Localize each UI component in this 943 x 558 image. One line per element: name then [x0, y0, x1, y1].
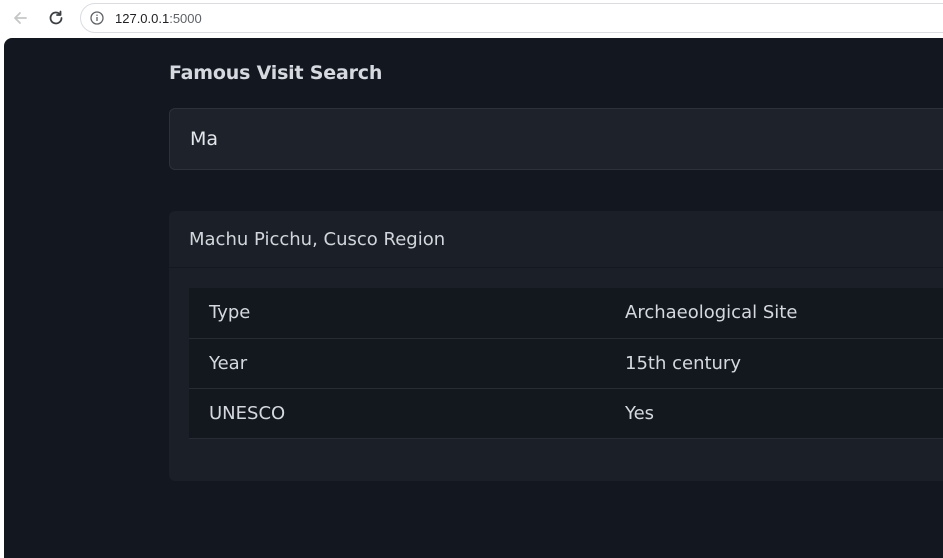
table-row: UNESCO Yes — [189, 388, 943, 439]
result-title: Machu Picchu, Cusco Region — [189, 229, 446, 250]
reload-button[interactable] — [44, 6, 68, 30]
reload-icon — [49, 10, 63, 25]
details-table: Type Archaeological Site Year 15th centu… — [189, 288, 943, 439]
row-key: Type — [189, 288, 605, 339]
result-card-header: Machu Picchu, Cusco Region — [169, 211, 943, 268]
arrow-left-icon — [14, 12, 27, 24]
row-key: Year — [189, 338, 605, 389]
row-value: Archaeological Site — [605, 288, 943, 339]
browser-toolbar: 127.0.0.1:5000 — [0, 0, 943, 37]
url-text: 127.0.0.1:5000 — [115, 11, 202, 26]
url-host: 127.0.0.1 — [115, 10, 170, 26]
row-value: Yes — [605, 388, 943, 439]
search-input[interactable] — [169, 108, 943, 170]
result-card: Machu Picchu, Cusco Region Type Archaeol… — [169, 211, 943, 481]
row-value: 15th century — [605, 338, 943, 389]
back-button[interactable] — [8, 6, 32, 30]
table-row: Year 15th century — [189, 338, 943, 389]
page-title: Famous Visit Search — [169, 62, 383, 84]
address-bar[interactable]: 127.0.0.1:5000 — [80, 3, 943, 33]
info-icon[interactable] — [89, 10, 105, 26]
page-viewport: Famous Visit Search Machu Picchu, Cusco … — [4, 38, 943, 558]
url-port: :5000 — [169, 10, 202, 26]
row-key: UNESCO — [189, 388, 605, 439]
table-row: Type Archaeological Site — [189, 288, 943, 339]
